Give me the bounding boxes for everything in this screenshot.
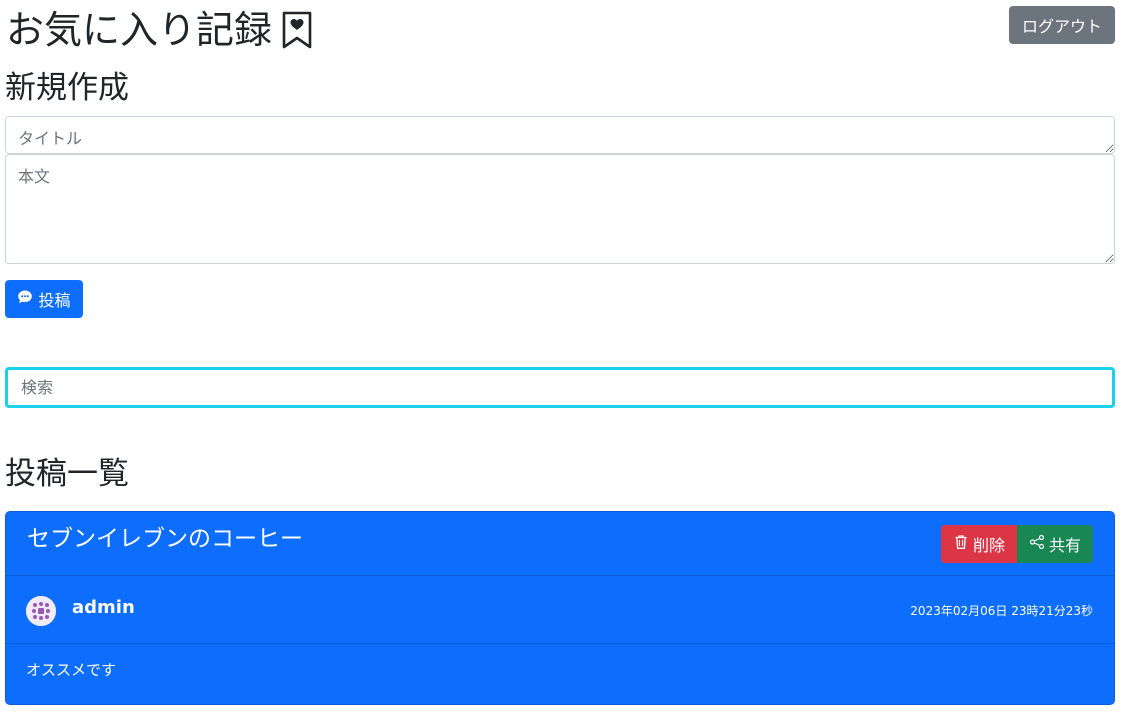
- page-title: お気に入り記録: [6, 8, 273, 52]
- app-header: お気に入り記録: [6, 6, 314, 54]
- post-list-heading: 投稿一覧: [5, 456, 129, 492]
- post-button-label: 投稿: [38, 291, 71, 310]
- delete-button-label: 削除: [972, 536, 1005, 555]
- new-post-heading: 新規作成: [5, 70, 129, 106]
- post-actions: 削除 共有: [940, 525, 1093, 563]
- title-input[interactable]: [5, 116, 1115, 154]
- search-input[interactable]: [5, 367, 1115, 408]
- share-icon: [1029, 534, 1045, 554]
- post-author-row: admin 2023年02月06日 23時21分23秒: [6, 576, 1114, 644]
- post-button[interactable]: 投稿: [5, 280, 83, 318]
- bookmark-heart-icon: [280, 10, 314, 50]
- post-card: セブンイレブンのコーヒー 削除 共有 admin 2023年02月06日 23時…: [5, 511, 1115, 705]
- page: お気に入り記録 ログアウト 新規作成 投稿 投稿一覧 セブンイレブンのコーヒー: [0, 0, 1124, 713]
- post-title: セブンイレブンのコーヒー: [27, 526, 303, 552]
- post-timestamp: 2023年02月06日 23時21分23秒: [910, 604, 1093, 618]
- delete-button[interactable]: 削除: [940, 525, 1017, 563]
- post-body: オススメです: [26, 661, 117, 679]
- share-button-label: 共有: [1048, 536, 1081, 555]
- post-author-name: admin: [72, 597, 135, 618]
- logout-button[interactable]: ログアウト: [1009, 6, 1115, 44]
- body-input[interactable]: [5, 154, 1115, 264]
- chat-icon: [17, 289, 33, 309]
- share-button[interactable]: 共有: [1016, 525, 1093, 563]
- trash-icon: [953, 534, 969, 554]
- avatar: [26, 596, 56, 626]
- post-card-header: セブンイレブンのコーヒー 削除 共有: [6, 512, 1114, 576]
